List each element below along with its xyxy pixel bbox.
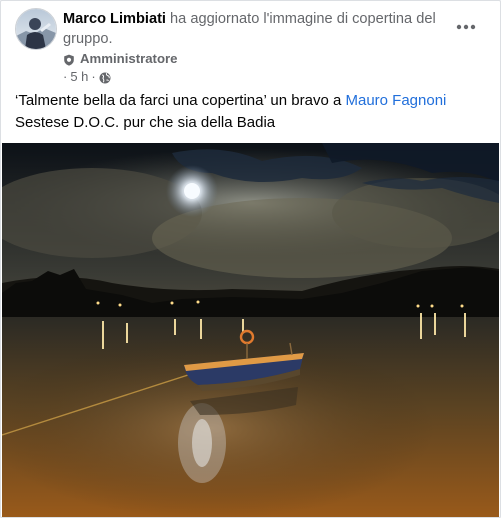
- more-options-button[interactable]: [448, 12, 484, 40]
- post-caption: ‘Talmente bella da farci una copertina’ …: [15, 90, 485, 134]
- post-time-row: · 5 h ·: [63, 68, 443, 86]
- role-label: Amministratore: [80, 51, 178, 66]
- feed-post: Marco Limbiati ha aggiornato l'immagine …: [0, 0, 501, 518]
- avatar[interactable]: [15, 8, 57, 50]
- author-name-link[interactable]: Marco Limbiati: [63, 11, 166, 27]
- time-separator: ·: [91, 69, 96, 84]
- post-header: Marco Limbiati ha aggiornato l'immagine …: [15, 8, 490, 84]
- globe-icon[interactable]: [99, 71, 111, 84]
- post-title-line: Marco Limbiati ha aggiornato l'immagine …: [63, 9, 443, 49]
- cover-photo[interactable]: [2, 143, 499, 518]
- more-options-icon: [456, 17, 476, 35]
- role-badge: Amministratore: [63, 50, 443, 68]
- caption-text-part2: Sestese D.O.C. pur che sia della Badia: [15, 114, 276, 131]
- caption-text-part1: ‘Talmente bella da farci una copertina’ …: [15, 92, 342, 109]
- post-timestamp-link[interactable]: 5 h: [70, 68, 88, 86]
- post-meta: Marco Limbiati ha aggiornato l'immagine …: [63, 9, 443, 86]
- admin-shield-icon: [63, 53, 75, 66]
- time-prefix: ·: [63, 69, 68, 84]
- mention-link[interactable]: Mauro Fagnoni: [345, 92, 446, 109]
